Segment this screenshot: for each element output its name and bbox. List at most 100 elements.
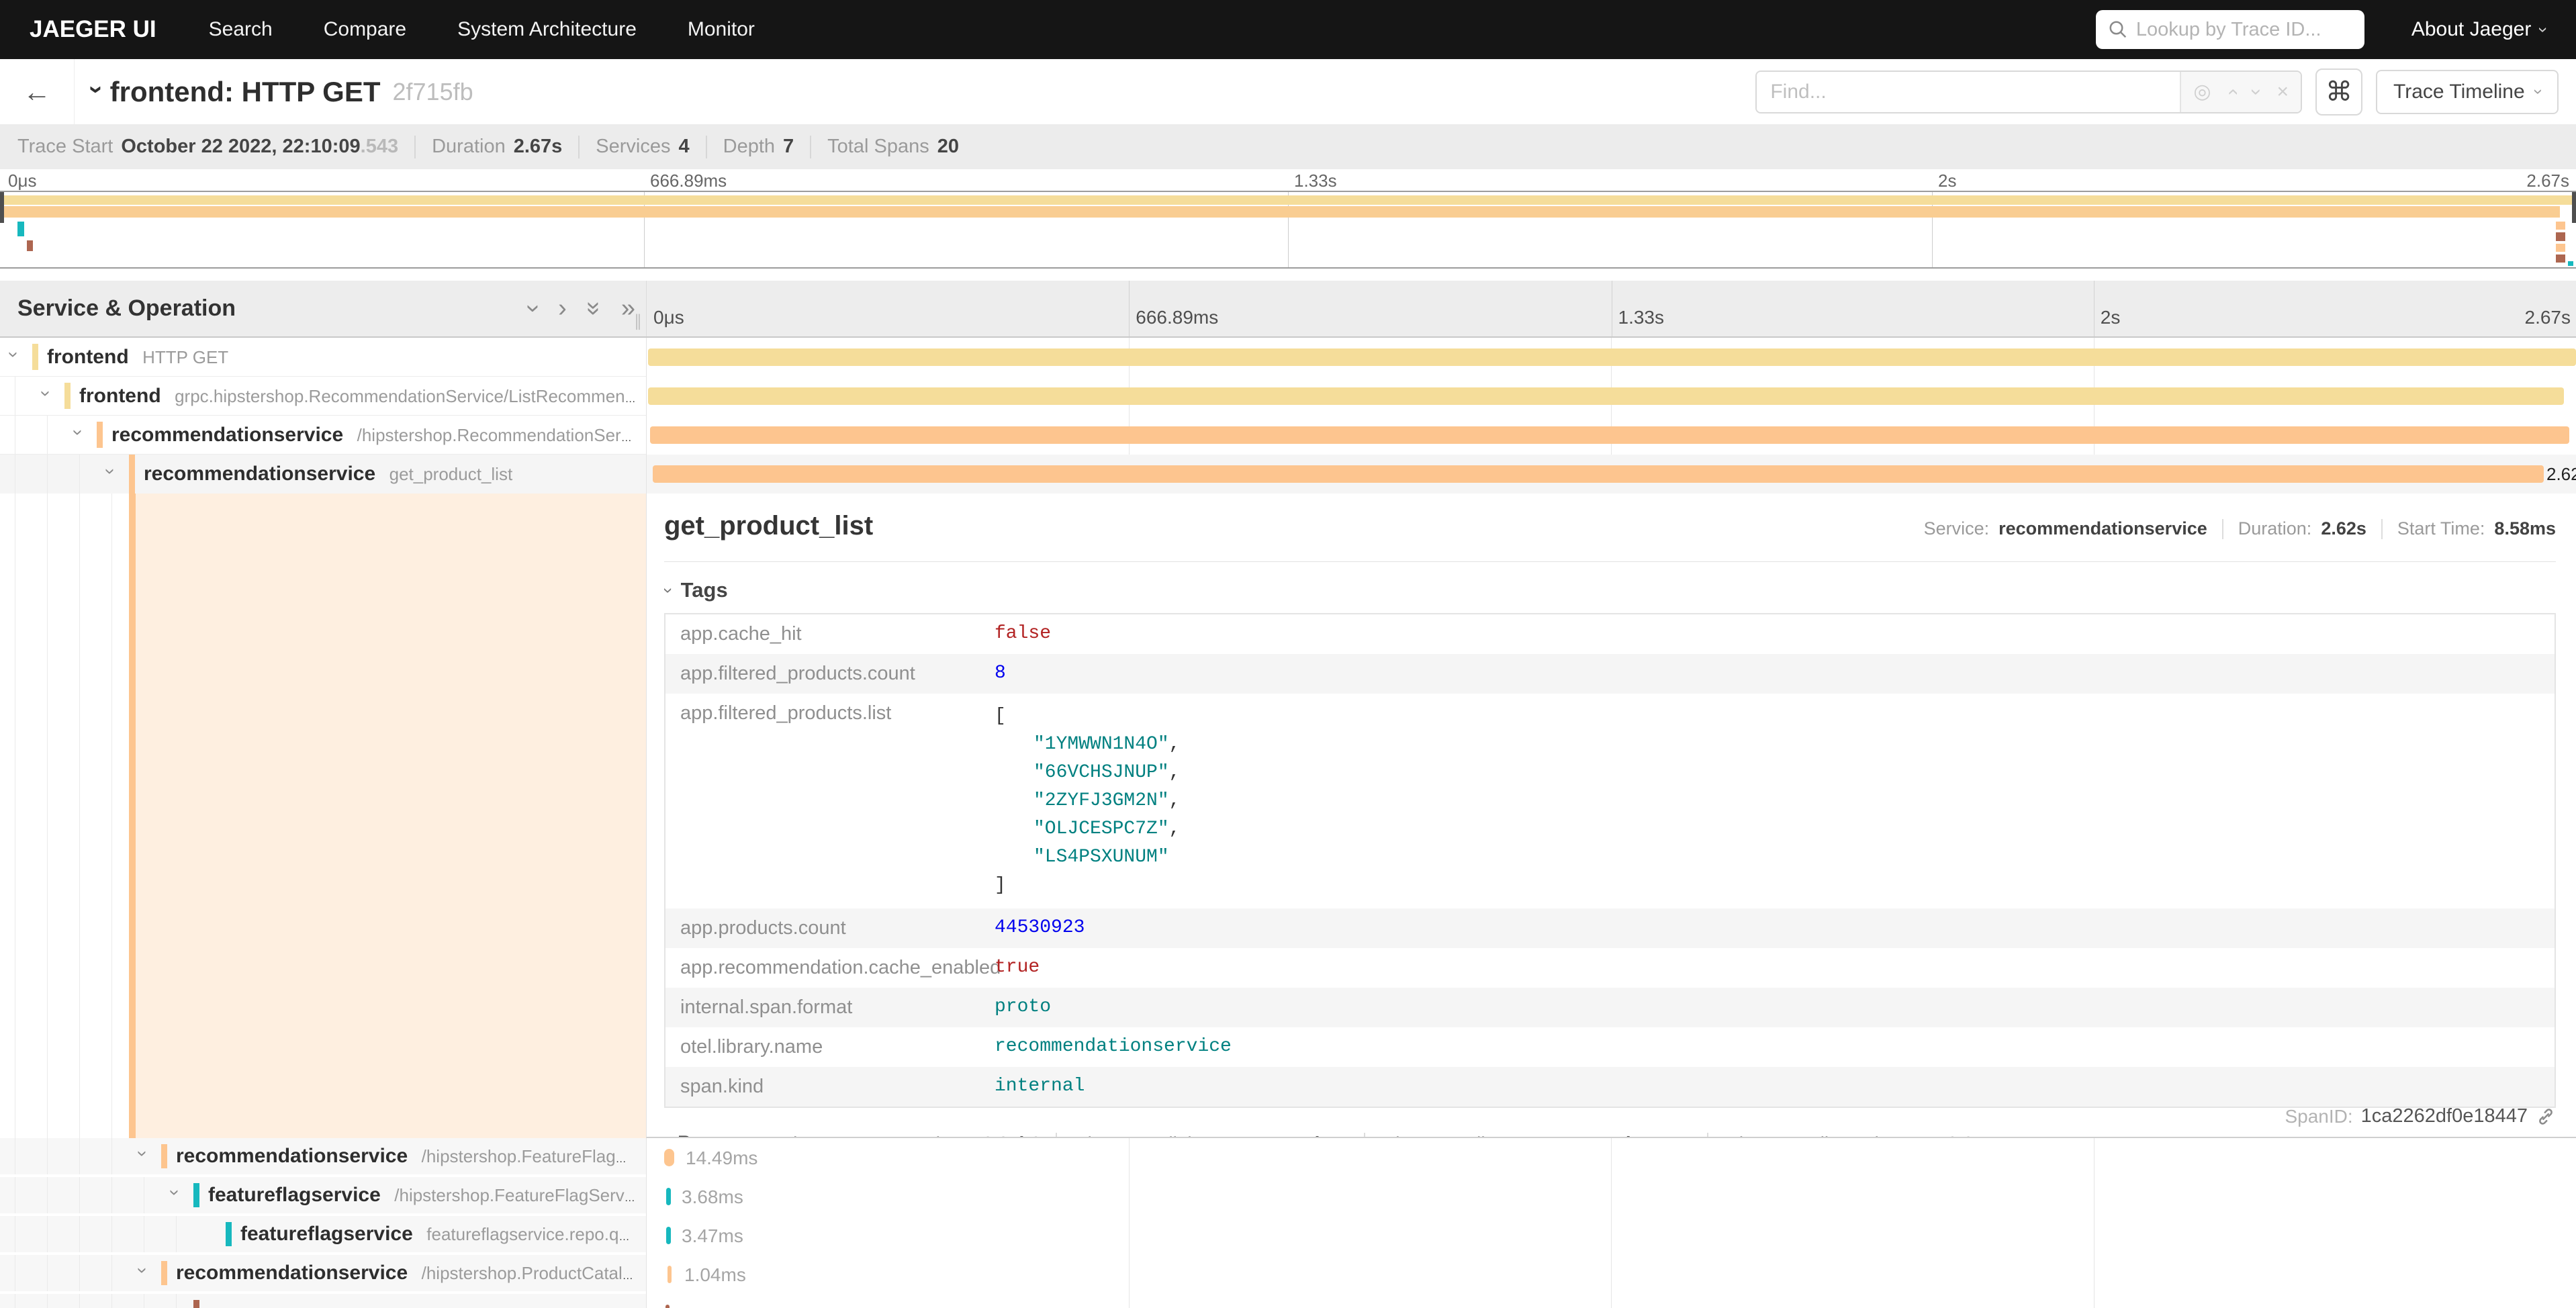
tag-row: otel.library.name recommendationservice xyxy=(665,1027,2555,1067)
collapse-trace-header-icon[interactable]: › xyxy=(82,85,111,94)
span-tree-toggle[interactable]: › xyxy=(3,351,25,357)
trace-id-short: 2f715fb xyxy=(393,78,473,106)
span-duration-label: 1.04ms xyxy=(684,1264,746,1286)
trace-duration: Duration 2.67s xyxy=(432,136,562,158)
span-service-name: recommendationservice xyxy=(144,463,375,485)
nav-item-search[interactable]: Search xyxy=(209,18,273,41)
nav-item-compare[interactable]: Compare xyxy=(324,18,406,41)
nav-item-system-architecture[interactable]: System Architecture xyxy=(457,18,637,41)
timeline-minimap[interactable] xyxy=(0,191,2576,269)
find-input[interactable] xyxy=(1757,72,2180,112)
collapse-all-icon[interactable]: » xyxy=(621,294,635,323)
timeline-grid-header: Service & Operation › › » » ∥ 0μs 666.89… xyxy=(0,281,2576,338)
service-color-bar xyxy=(161,1261,167,1285)
process-item: telemetry.sdk.version = 1.13.0 xyxy=(1723,1133,1973,1138)
find-next-icon[interactable]: › xyxy=(2245,89,2268,95)
app-logo[interactable]: JAEGER UI xyxy=(30,16,156,43)
trace-title: frontend: HTTP GET xyxy=(110,76,381,108)
tag-row: app.filtered_products.count 8 xyxy=(665,654,2555,694)
find-target-icon[interactable]: ◎ xyxy=(2193,80,2211,103)
back-button[interactable]: ← xyxy=(0,76,74,108)
span-tree-toggle[interactable]: › xyxy=(100,468,122,474)
service-color-bar xyxy=(193,1300,199,1308)
span-bar[interactable] xyxy=(666,1188,671,1205)
span-row-partial[interactable] xyxy=(0,1294,2576,1308)
tag-row: span.kind internal xyxy=(665,1067,2555,1107)
span-operation-name: get_product_list xyxy=(389,464,513,484)
span-bar[interactable] xyxy=(648,387,2564,405)
span-row[interactable]: featureflagservice featureflagservice.re… xyxy=(0,1216,2576,1255)
span-row[interactable]: › recommendationservice /hipstershop.Pro… xyxy=(0,1255,2576,1294)
span-service-name: featureflagservice xyxy=(208,1184,381,1206)
span-detail-row: get_product_list Service: recommendation… xyxy=(0,494,2576,1138)
trace-depth: Depth 7 xyxy=(723,136,794,158)
span-duration-label: 14.49ms xyxy=(686,1148,757,1169)
tag-row: app.cache_hit false xyxy=(665,614,2555,654)
expand-one-level-icon[interactable]: › xyxy=(519,304,548,313)
span-tree-toggle[interactable]: › xyxy=(68,429,89,435)
column-resizer[interactable]: ∥ xyxy=(634,312,642,331)
minimap-span xyxy=(0,195,2576,205)
tags-section-toggle[interactable]: › Tags xyxy=(665,578,2556,602)
expand-all-icon[interactable]: » xyxy=(580,301,608,316)
span-operation-name: HTTP GET xyxy=(142,347,228,367)
minimap-time-axis: 0μs 666.89ms 1.33s 2s 2.67s xyxy=(0,169,2576,191)
span-bar[interactable] xyxy=(668,1266,672,1283)
minimap-span xyxy=(17,222,24,236)
find-prev-icon[interactable]: › xyxy=(2221,89,2244,95)
minimap-span xyxy=(2556,222,2565,230)
find-group: ◎ › › × xyxy=(1755,71,2302,113)
trace-view-selector[interactable]: Trace Timeline › xyxy=(2376,70,2559,114)
span-bar[interactable] xyxy=(648,348,2576,366)
trace-lookup-box[interactable] xyxy=(2096,10,2364,49)
span-row[interactable]: › frontend HTTP GET xyxy=(0,338,2576,377)
chevron-down-icon: › xyxy=(2528,89,2548,94)
minimap-range-handle-left[interactable] xyxy=(0,192,4,223)
span-bar[interactable] xyxy=(665,1305,670,1308)
span-tree-toggle[interactable]: › xyxy=(36,390,57,396)
span-row[interactable]: › featureflagservice /hipstershop.Featur… xyxy=(0,1177,2576,1216)
nav-item-monitor[interactable]: Monitor xyxy=(688,18,755,41)
collapse-one-level-icon[interactable]: › xyxy=(558,294,567,323)
service-color-bar xyxy=(129,455,135,494)
span-bar[interactable] xyxy=(664,1149,674,1166)
span-operation-name: /hipstershop.FeatureFlagService/Ge... xyxy=(394,1185,646,1205)
trace-total-spans: Total Spans 20 xyxy=(827,136,959,158)
chevron-down-icon: › xyxy=(658,588,679,594)
find-clear-icon[interactable]: × xyxy=(2277,81,2289,103)
span-tree-toggle[interactable]: › xyxy=(132,1267,154,1273)
span-bar[interactable] xyxy=(666,1227,671,1244)
tag-row: internal.span.format proto xyxy=(665,988,2555,1027)
top-nav: JAEGER UI Search Compare System Architec… xyxy=(0,0,2576,59)
service-color-bar xyxy=(193,1183,199,1207)
span-row-selected[interactable]: › recommendationservice get_product_list… xyxy=(0,455,2576,494)
span-duration-label: 3.47ms xyxy=(682,1225,743,1247)
span-service-name: frontend xyxy=(79,385,161,407)
keyboard-shortcuts-button[interactable]: ⌘ xyxy=(2315,68,2362,115)
span-bar[interactable] xyxy=(650,426,2569,444)
span-operation-name: grpc.hipstershop.RecommendationService/L… xyxy=(175,386,646,406)
span-row[interactable]: › frontend grpc.hipstershop.Recommendati… xyxy=(0,377,2576,416)
span-operation-name: /hipstershop.FeatureFlagService... xyxy=(422,1146,646,1166)
detail-backdrop xyxy=(129,494,646,1138)
about-jaeger-menu[interactable]: About Jaeger › xyxy=(2411,18,2546,41)
span-row[interactable]: › recommendationservice /hipstershop.Rec… xyxy=(0,416,2576,455)
span-service-name: recommendationservice xyxy=(176,1145,408,1167)
service-color-bar xyxy=(161,1144,167,1168)
trace-lookup-input[interactable] xyxy=(2136,19,2352,41)
minimap-range-handle-right[interactable] xyxy=(2572,192,2576,223)
minimap-span xyxy=(2556,244,2565,252)
span-tree-toggle[interactable]: › xyxy=(165,1189,186,1195)
span-rows: › frontend HTTP GET › frontend grpc.hips… xyxy=(0,338,2576,1308)
span-service-name: recommendationservice xyxy=(176,1262,408,1284)
chevron-down-icon: › xyxy=(2533,27,2554,33)
process-section-toggle[interactable]: › Process: telemetry.auto.version = 0.34… xyxy=(664,1132,2556,1138)
copy-link-icon[interactable] xyxy=(2536,1107,2556,1127)
span-service-name: frontend xyxy=(47,346,129,368)
span-service-name: recommendationservice xyxy=(111,424,343,446)
process-item: telemetry.sdk.name = opentelemetry xyxy=(1380,1133,1693,1138)
span-row[interactable]: › recommendationservice /hipstershop.Fea… xyxy=(0,1138,2576,1177)
service-color-bar xyxy=(129,494,136,1138)
span-bar[interactable] xyxy=(653,465,2544,483)
span-tree-toggle[interactable]: › xyxy=(132,1150,154,1156)
